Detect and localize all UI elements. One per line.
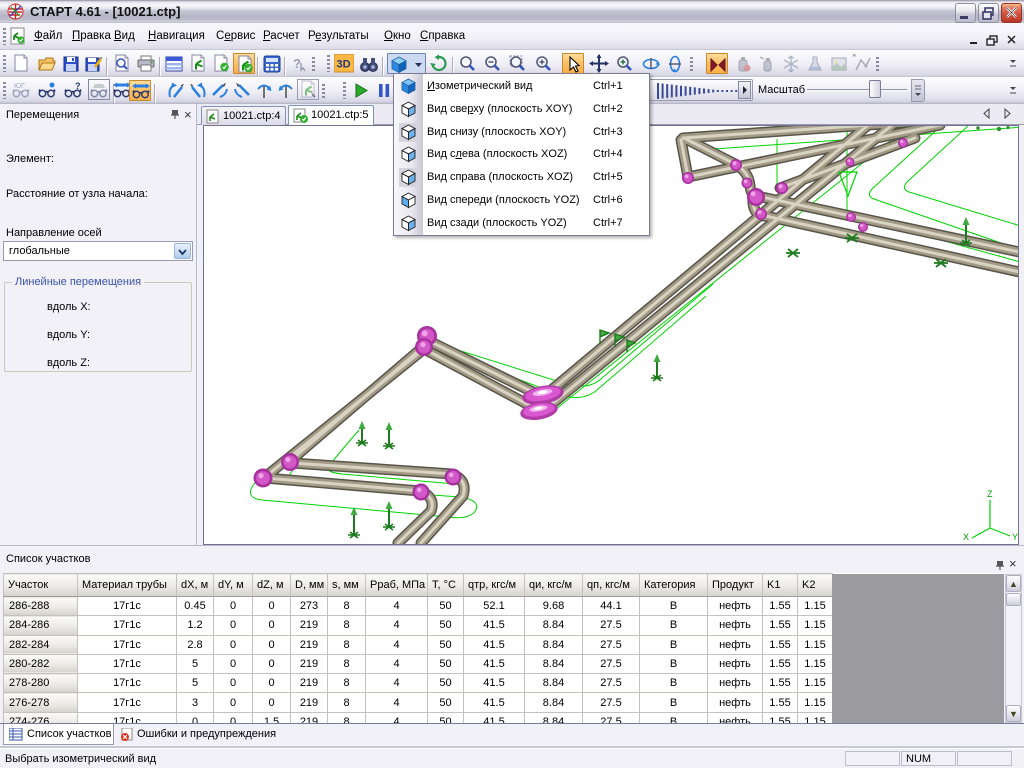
svg-text:Z: Z xyxy=(987,489,993,499)
svg-text:ЮГ: ЮГ xyxy=(14,83,25,90)
svg-text:Y: Y xyxy=(1012,532,1018,542)
svg-text:X: X xyxy=(963,532,969,542)
svg-text:?: ? xyxy=(75,81,81,91)
svg-text:?: ? xyxy=(293,56,301,71)
svg-text:3D: 3D xyxy=(337,59,351,71)
